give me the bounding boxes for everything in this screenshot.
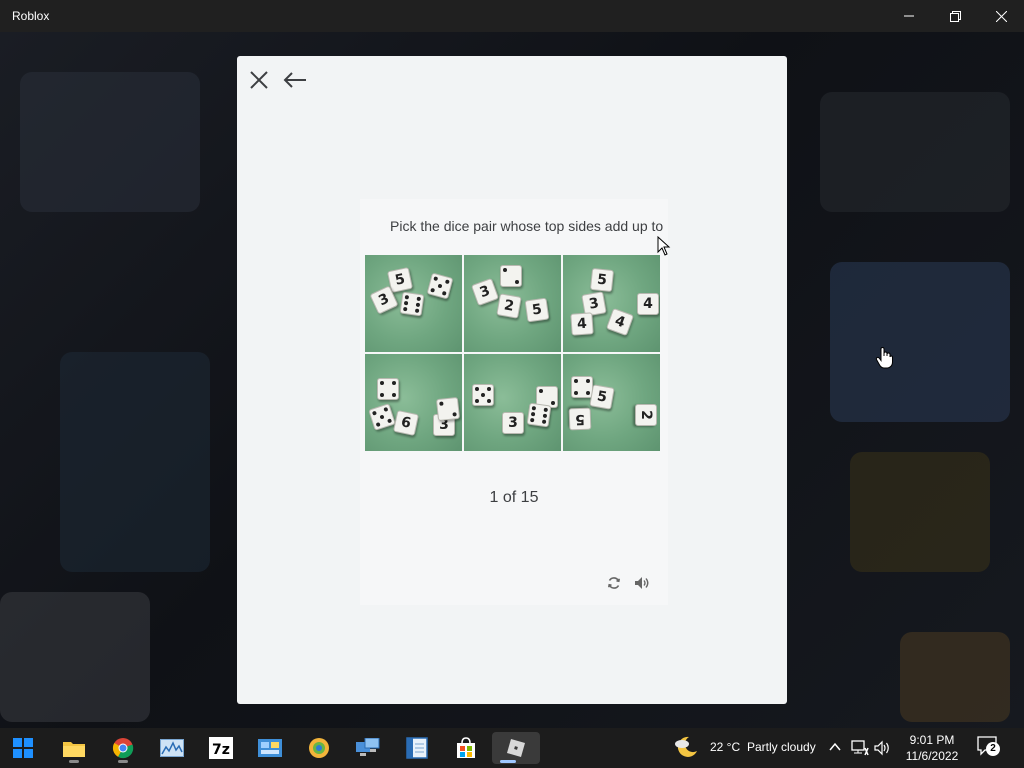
minimize-button[interactable] (886, 0, 932, 32)
captcha-tile-6[interactable]: 5 5 2 (563, 354, 660, 451)
die-image: 4 (605, 307, 635, 337)
close-window-button[interactable] (978, 0, 1024, 32)
bg-shape (0, 592, 150, 722)
bg-shape (900, 632, 1010, 722)
die-image (426, 272, 454, 300)
captcha-image-grid: 5 3 3 2 5 5 3 4 4 4 6 3 3 5 5 2 (365, 255, 661, 451)
taskbar-control-panel[interactable] (254, 732, 286, 764)
captcha-tile-3[interactable]: 5 3 4 4 4 (563, 255, 660, 352)
reload-button[interactable] (605, 574, 623, 592)
speaker-icon (635, 577, 649, 589)
start-button[interactable] (7, 732, 39, 764)
bg-shape (820, 92, 1010, 212)
roblox-icon (507, 739, 525, 757)
die-image: 5 (524, 297, 550, 323)
screen: Roblox Pick the dice pair whose top side… (0, 0, 1024, 768)
show-hidden-icons-button[interactable] (828, 740, 842, 756)
captcha-progress: 1 of 15 (489, 489, 539, 506)
remote-desktop-icon (356, 738, 380, 756)
arrow-cursor-icon (657, 236, 671, 256)
running-indicator (69, 760, 79, 763)
die-image (399, 291, 425, 317)
taskbar-microsoft-store[interactable] (450, 732, 482, 764)
die-image (500, 265, 522, 287)
bg-shape (830, 262, 1010, 422)
restore-icon (949, 10, 961, 22)
die-image: 3 (470, 277, 500, 307)
bg-shape (20, 72, 200, 212)
notepad-icon (406, 737, 428, 759)
die-image (435, 396, 461, 422)
taskbar-performance-monitor[interactable] (156, 732, 188, 764)
window-title: Roblox (12, 9, 50, 23)
arrow-left-icon (283, 72, 306, 88)
taskbar-remote-desktop[interactable] (352, 732, 384, 764)
bg-shape (850, 452, 990, 572)
die-image: 5 (589, 267, 615, 293)
audio-challenge-button[interactable] (633, 574, 651, 592)
die-image (368, 403, 396, 431)
moon-cloud-icon (675, 736, 697, 757)
die-image: 5 (589, 384, 615, 410)
captcha-tile-2[interactable]: 3 2 5 (464, 255, 561, 352)
die-image (472, 384, 494, 406)
volume-button[interactable] (874, 739, 892, 757)
taskbar-notepad[interactable] (401, 732, 433, 764)
network-icon (851, 740, 869, 756)
taskbar-roblox[interactable] (492, 732, 540, 764)
die-image: 5 (568, 407, 592, 431)
die-image (571, 376, 593, 398)
file-explorer-icon (63, 742, 85, 757)
die-image: 4 (637, 293, 659, 315)
reload-icon (608, 577, 620, 589)
restore-button[interactable] (932, 0, 978, 32)
volume-icon (874, 740, 889, 756)
bg-shape (60, 352, 210, 572)
die-image: 6 (392, 409, 420, 437)
window-titlebar: Roblox (0, 0, 1024, 32)
weather-widget[interactable]: 22 °C Partly cloudy (672, 734, 820, 762)
notification-center-button[interactable]: 2 (977, 736, 1003, 760)
close-x-icon (250, 71, 268, 89)
weather-temperature: 22 °C (710, 740, 741, 754)
taskbar-7zip[interactable]: 7z (205, 732, 237, 764)
windows-start-icon (13, 738, 33, 758)
control-panel-icon (258, 739, 282, 757)
captcha-challenge: Pick the dice pair whose top sides add u… (360, 199, 668, 605)
taskbar: 7z 22 °C Partly cloudy 9:01 PM 11/6/2022… (0, 728, 1024, 768)
network-button[interactable] (851, 739, 869, 757)
modal-close-button[interactable] (248, 69, 270, 91)
notification-count: 2 (986, 742, 1000, 756)
web-browser-icon (309, 738, 329, 758)
taskbar-web-browser[interactable] (303, 732, 335, 764)
die-image: 2 (496, 293, 522, 319)
microsoft-store-icon (457, 737, 475, 758)
die-image (377, 378, 399, 400)
clock-time: 9:01 PM (909, 733, 955, 747)
die-image: 2 (635, 404, 657, 426)
weather-condition: Partly cloudy (747, 740, 816, 754)
taskbar-chrome[interactable] (107, 732, 139, 764)
running-indicator (118, 760, 128, 763)
hand-cursor-icon (875, 347, 893, 369)
die-image (526, 402, 552, 428)
captcha-tile-1[interactable]: 5 3 (365, 255, 462, 352)
die-image: 3 (502, 412, 524, 434)
active-indicator (500, 760, 516, 763)
taskbar-file-explorer[interactable] (58, 732, 90, 764)
captcha-tile-4[interactable]: 6 3 (365, 354, 462, 451)
clock-date: 11/6/2022 (905, 749, 959, 763)
captcha-instruction: Pick the dice pair whose top sides add u… (390, 218, 664, 234)
close-icon (995, 10, 1007, 22)
chevron-up-icon (829, 742, 841, 751)
svg-text:7z: 7z (212, 742, 230, 758)
die-image: 4 (570, 312, 594, 336)
performance-monitor-icon (160, 739, 184, 757)
7zip-icon: 7z (209, 737, 233, 759)
chrome-icon (112, 738, 134, 759)
taskbar-clock[interactable]: 9:01 PM 11/6/2022 (900, 732, 964, 764)
captcha-tile-5[interactable]: 3 (464, 354, 561, 451)
minimize-icon (904, 15, 914, 17)
modal-back-button[interactable] (282, 69, 308, 91)
